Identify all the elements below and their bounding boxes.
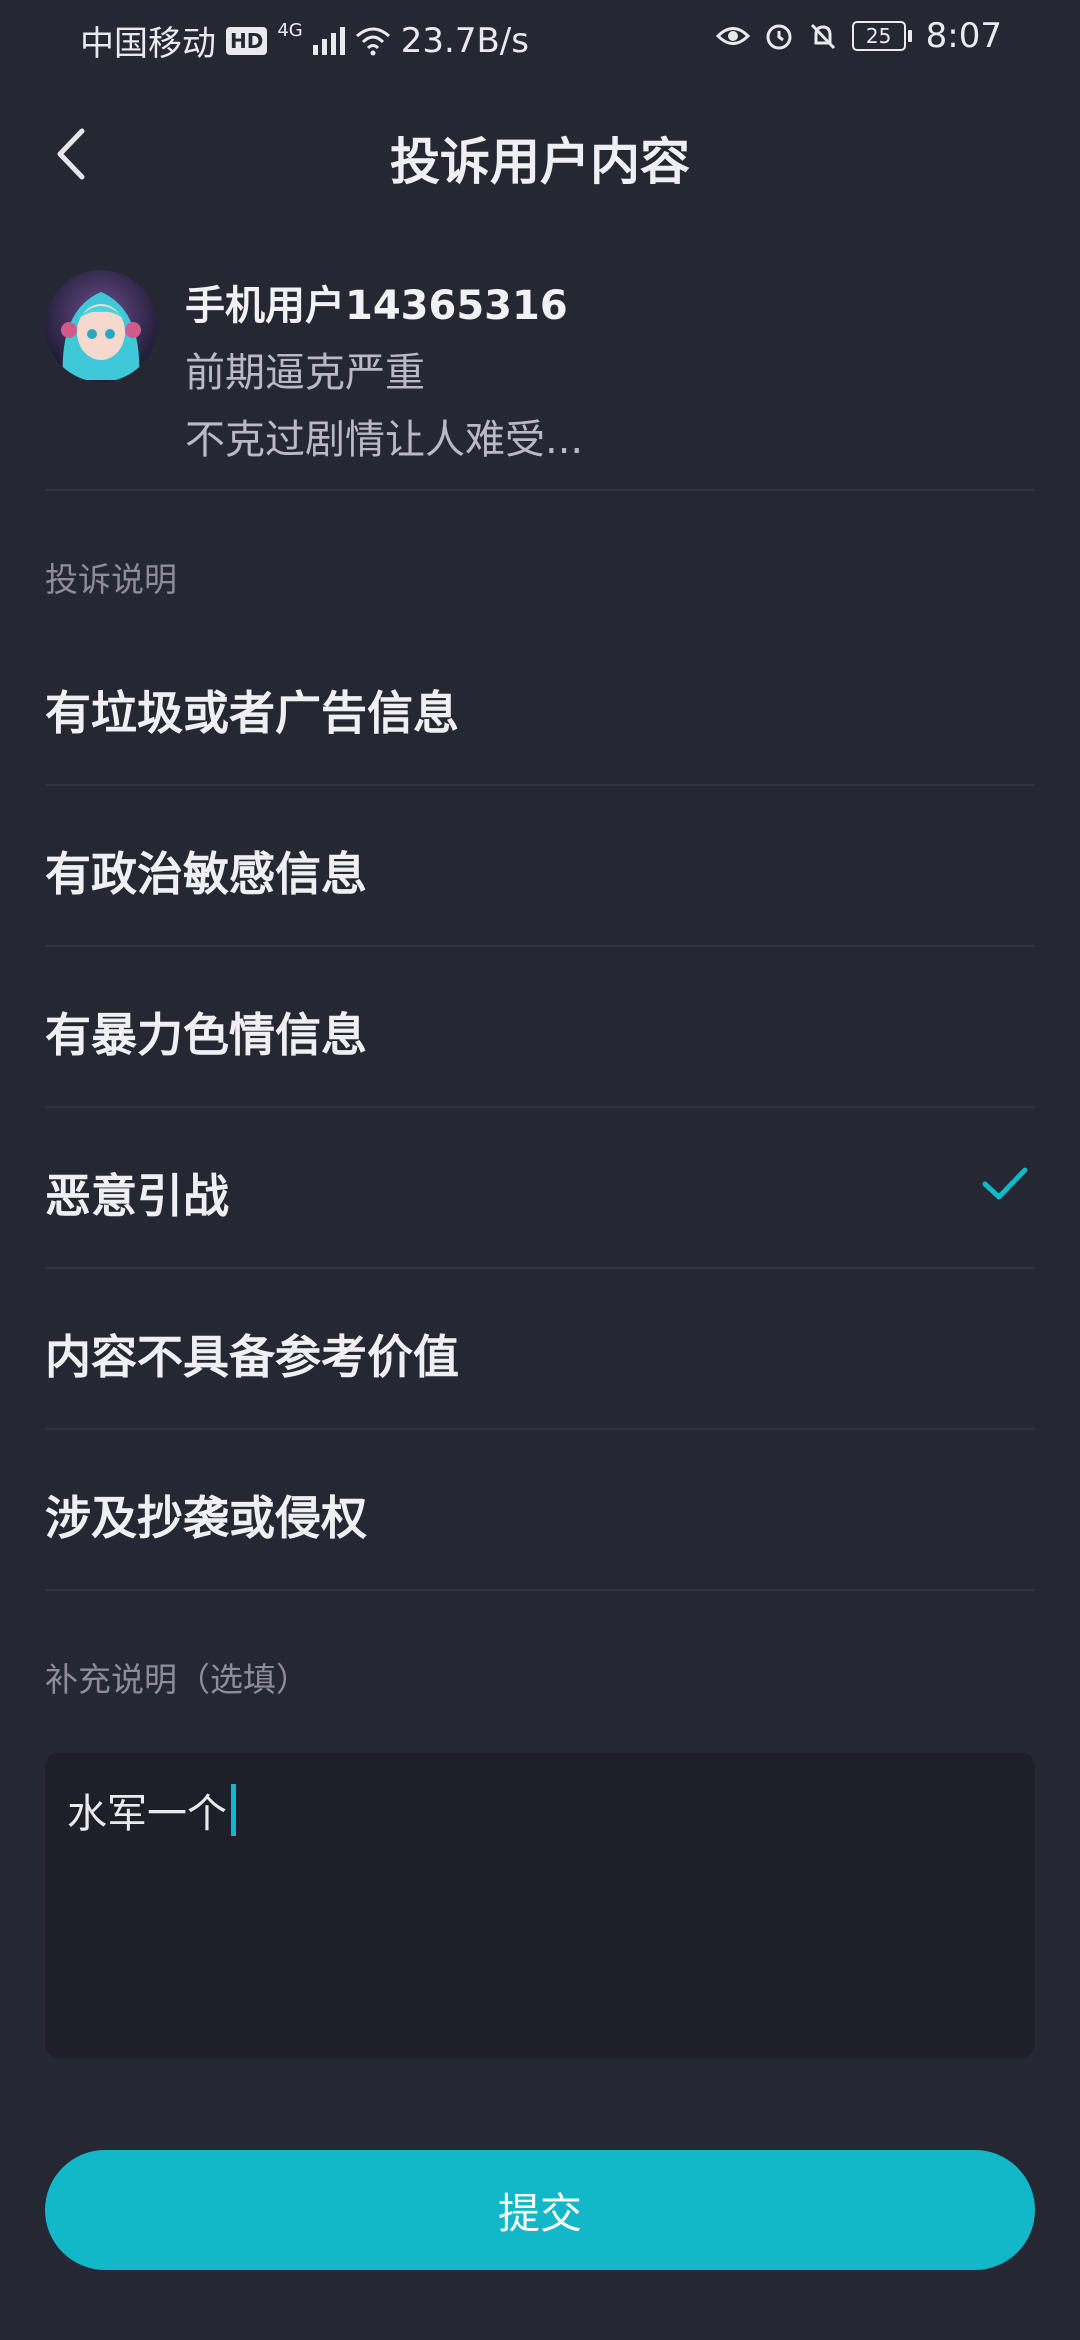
network-speed: 23.7B/s [400,20,529,61]
reason-label: 有垃圾或者广告信息 [45,686,459,740]
supplement-text: 水军一个 [67,1791,227,1837]
text-caret [231,1784,236,1836]
alarm-icon [766,24,792,50]
reason-label: 有暴力色情信息 [45,1008,367,1062]
battery-level: 25 [851,21,906,51]
reason-option-plagiarism[interactable]: 涉及抄袭或侵权 [45,1430,1035,1591]
clock: 8:07 [925,16,1002,56]
page-title: 投诉用户内容 [390,133,690,191]
divider [45,489,1035,491]
hd-badge: HD [226,26,268,55]
comment-excerpt-line2: 不克过剧情让人难受... [185,417,584,463]
complaint-reason-list: 有垃圾或者广告信息 有政治敏感信息 有暴力色情信息 恶意引战 内容不具备参考价值… [45,625,1035,1591]
avatar [45,270,157,382]
battery-icon: 25 [851,21,912,51]
reason-label: 恶意引战 [45,1169,229,1223]
network-type: 4G [277,20,303,41]
carrier-name: 中国移动 [80,24,216,64]
reason-label: 内容不具备参考价值 [45,1330,459,1384]
submit-button[interactable]: 提交 [45,2150,1035,2270]
wifi-icon [355,27,390,55]
complaint-section-label: 投诉说明 [45,560,177,599]
reason-option-violence[interactable]: 有暴力色情信息 [45,947,1035,1108]
top-bar: 投诉用户内容 [0,110,1080,200]
eye-icon [715,27,750,45]
reason-option-low-value[interactable]: 内容不具备参考价值 [45,1269,1035,1430]
reason-option-provocation[interactable]: 恶意引战 [45,1108,1035,1269]
user-name: 手机用户14365316 [185,283,568,329]
reason-option-political[interactable]: 有政治敏感信息 [45,786,1035,947]
mute-bell-icon [810,23,835,50]
signal-icon [312,26,345,55]
reason-option-spam[interactable]: 有垃圾或者广告信息 [45,625,1035,786]
supplement-section-label: 补充说明（选填） [45,1660,309,1699]
comment-excerpt-line1: 前期逼克严重 [185,350,425,396]
status-bar: 中国移动 HD 4G 23.7B/s 25 8:07 [0,0,1080,72]
reason-label: 涉及抄袭或侵权 [45,1491,367,1545]
reported-user-card: 手机用户14365316 前期逼克严重 不克过剧情让人难受... [45,265,1035,490]
reason-label: 有政治敏感信息 [45,847,367,901]
supplement-textarea[interactable]: 水军一个 [45,1753,1035,2058]
checkmark-icon [982,1167,1028,1200]
